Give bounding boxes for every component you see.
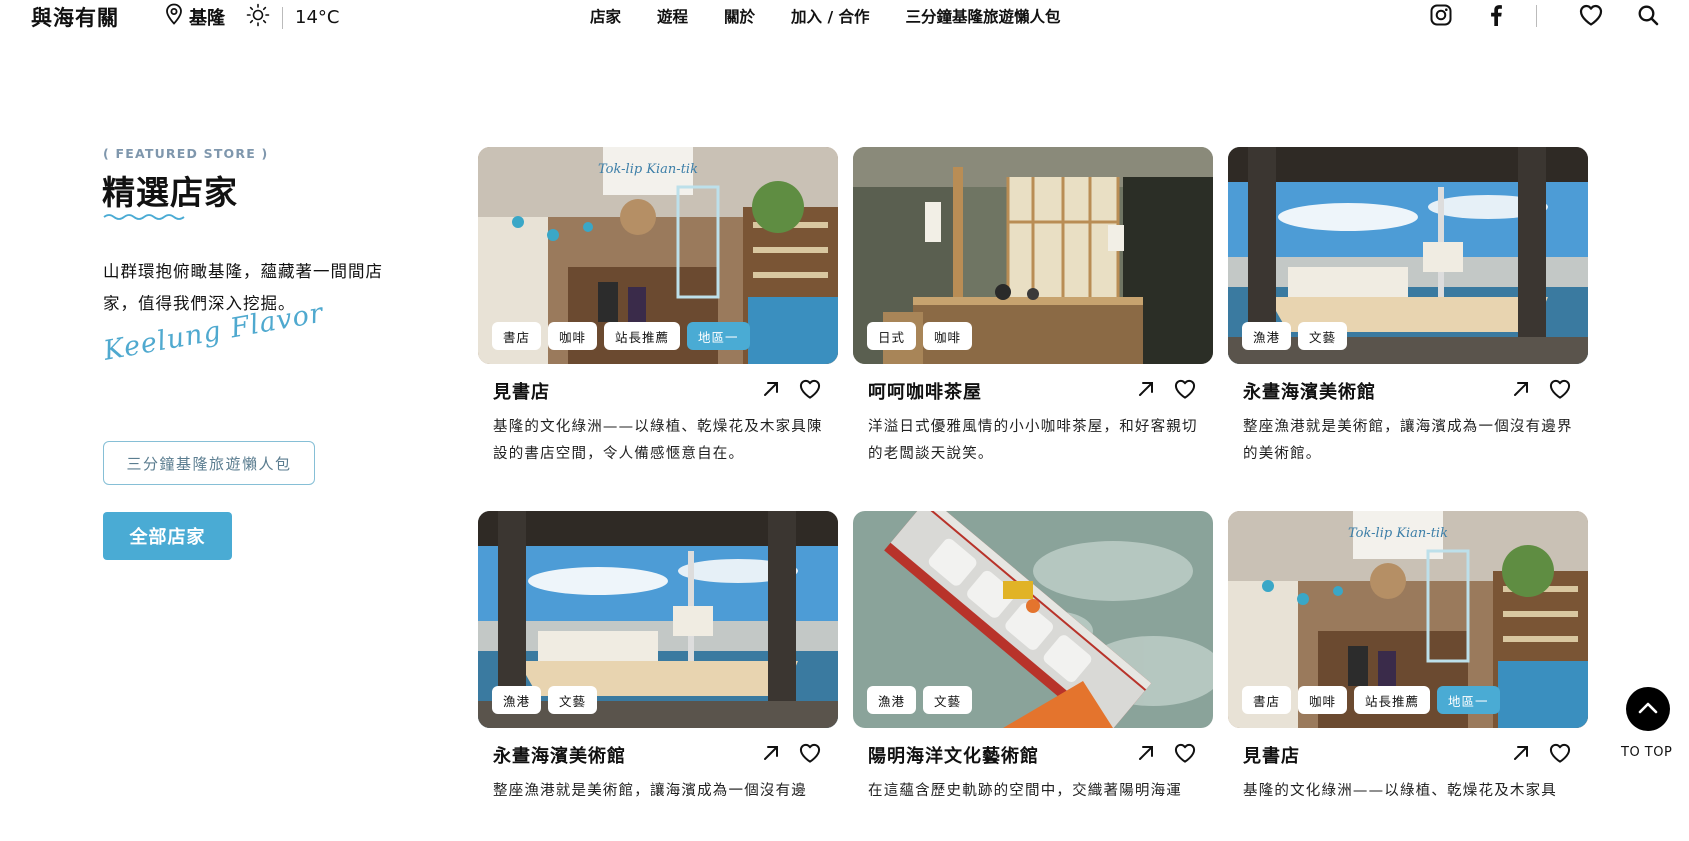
tag[interactable]: 站長推薦 [1354,686,1431,714]
heart-icon[interactable] [798,741,822,765]
tag-list: 漁港 文藝 [492,686,598,714]
store-photo[interactable]: Tok-lip Kian-tik 書店 咖啡 站長推薦 地區一 [478,147,838,364]
site-header: 與海有關 基隆 14°C 店家 遊程 關於 加入 / 合作 三分鐘基隆旅遊懶人包 [0,0,1689,30]
wave-divider [103,214,185,220]
heart-icon[interactable] [798,377,822,401]
store-name[interactable]: 陽明海洋文化藝術館 [868,742,1039,768]
store-card[interactable]: Tok-lip Kian-tik 書店 咖啡 站長推薦 地區一 見書店 基隆的文… [1228,511,1588,805]
back-to-top-label[interactable]: TO TOP [1621,745,1672,760]
tag[interactable]: 咖啡 [1298,686,1348,714]
card-header: 見書店 [1228,728,1588,778]
store-card[interactable]: 日式 咖啡 呵呵咖啡茶屋 洋溢日式優雅風情的小小咖啡茶屋，和好客親切的老闆談天說… [853,147,1213,468]
search-icon[interactable] [1636,3,1660,27]
nav-item-tours[interactable]: 遊程 [657,5,688,27]
store-description: 整座漁港就是美術館，讓海濱成為一個沒有邊 [493,783,807,799]
tag[interactable]: 咖啡 [923,322,973,350]
card-header: 永晝海濱美術館 [1228,364,1588,414]
chevron-up-icon [1638,700,1658,719]
store-description: 在這蘊含歷史軌跡的空間中，交織著陽明海運 [868,783,1182,799]
nav-item-about[interactable]: 關於 [724,5,755,27]
tag-list: 漁港 文藝 [867,686,973,714]
arrow-up-right-icon[interactable] [759,377,783,401]
tag[interactable]: 漁港 [1242,322,1292,350]
store-name[interactable]: 呵呵咖啡茶屋 [868,378,982,404]
tag[interactable]: 站長推薦 [604,322,681,350]
tag[interactable]: 文藝 [548,686,598,714]
store-card[interactable]: 漁港 文藝 永晝海濱美術館 整座漁港就是美術館，讓海濱成為一個沒有邊 [478,511,838,805]
store-name[interactable]: 見書店 [493,378,550,404]
all-stores-button[interactable]: 全部店家 [103,512,232,560]
card-header: 呵呵咖啡茶屋 [853,364,1213,414]
tag-list: 書店 咖啡 站長推薦 地區一 [1242,686,1500,714]
nav-item-join[interactable]: 加入 / 合作 [791,5,869,27]
tag-list: 日式 咖啡 [867,322,973,350]
arrow-up-right-icon[interactable] [1509,377,1533,401]
heart-icon[interactable] [1173,741,1197,765]
travel-guide-button[interactable]: 三分鐘基隆旅遊懶人包 [103,441,315,485]
store-card[interactable]: 漁港 文藝 永晝海濱美術館 整座漁港就是美術館，讓海濱成為一個沒有邊界的美術館。 [1228,147,1588,468]
tag-list: 漁港 文藝 [1242,322,1348,350]
header-actions [1429,3,1689,29]
arrow-up-right-icon[interactable] [759,741,783,765]
store-card[interactable]: 漁港 文藝 陽明海洋文化藝術館 在這蘊含歷史軌跡的空間中，交織著陽明海運 [853,511,1213,805]
store-name[interactable]: 見書店 [1243,742,1300,768]
site-logo[interactable]: 與海有關 [31,2,119,32]
tag-region[interactable]: 地區一 [1437,686,1500,714]
card-header: 見書店 [478,364,838,414]
favorites-heart-icon[interactable] [1579,3,1603,27]
main-nav: 店家 遊程 關於 加入 / 合作 三分鐘基隆旅遊懶人包 [590,5,1061,27]
nav-item-stores[interactable]: 店家 [590,5,621,27]
tag[interactable]: 咖啡 [548,322,598,350]
store-photo[interactable]: 漁港 文藝 [853,511,1213,728]
store-photo[interactable]: 日式 咖啡 [853,147,1213,364]
store-photo[interactable]: 漁港 文藝 [1228,147,1588,364]
tag-region[interactable]: 地區一 [687,322,750,350]
store-description: 整座漁港就是美術館，讓海濱成為一個沒有邊界的美術館。 [1243,419,1573,462]
location-indicator[interactable]: 基隆 [165,3,225,30]
header-divider [1536,5,1537,27]
section-kicker: ( FEATURED STORE ) [103,146,269,161]
svg-text:Tok-lip Kian-tik: Tok-lip Kian-tik [598,162,698,177]
svg-text:Tok-lip Kian-tik: Tok-lip Kian-tik [1348,526,1448,541]
section-title: 精選店家 [102,173,238,212]
tag[interactable]: 日式 [867,322,917,350]
card-header: 永晝海濱美術館 [478,728,838,778]
store-description: 洋溢日式優雅風情的小小咖啡茶屋，和好客親切的老闆談天說笑。 [868,419,1198,462]
store-description: 基隆的文化綠洲——以綠植、乾燥花及木家具 [1243,783,1557,799]
store-name[interactable]: 永晝海濱美術館 [493,742,626,768]
store-card[interactable]: Tok-lip Kian-tik 書店 咖啡 站長推薦 地區一 見書店 基隆的文… [478,147,838,468]
heart-icon[interactable] [1548,741,1572,765]
facebook-icon[interactable] [1484,3,1508,27]
back-to-top-button[interactable] [1626,687,1670,731]
tag[interactable]: 漁港 [492,686,542,714]
tag[interactable]: 文藝 [1298,322,1348,350]
store-name[interactable]: 永晝海濱美術館 [1243,378,1376,404]
sun-icon [246,3,270,32]
store-photo[interactable]: 漁港 文藝 [478,511,838,728]
temperature-label: 14°C [295,7,340,28]
tag-list: 書店 咖啡 站長推薦 地區一 [492,322,750,350]
instagram-icon[interactable] [1429,3,1453,27]
store-photo[interactable]: Tok-lip Kian-tik 書店 咖啡 站長推薦 地區一 [1228,511,1588,728]
tag[interactable]: 書店 [492,322,542,350]
arrow-up-right-icon[interactable] [1509,741,1533,765]
arrow-up-right-icon[interactable] [1134,377,1158,401]
store-description: 基隆的文化綠洲——以綠植、乾燥花及木家具陳設的書店空間，令人備感愜意自在。 [493,419,823,462]
tag[interactable]: 漁港 [867,686,917,714]
arrow-up-right-icon[interactable] [1134,741,1158,765]
card-header: 陽明海洋文化藝術館 [853,728,1213,778]
location-pin-icon [165,3,183,30]
heart-icon[interactable] [1548,377,1572,401]
heart-icon[interactable] [1173,377,1197,401]
weather-widget: 14°C [246,3,339,32]
location-label: 基隆 [189,7,225,29]
weather-divider [282,6,283,29]
nav-item-travel-guide[interactable]: 三分鐘基隆旅遊懶人包 [906,5,1061,27]
tag[interactable]: 書店 [1242,686,1292,714]
tag[interactable]: 文藝 [923,686,973,714]
